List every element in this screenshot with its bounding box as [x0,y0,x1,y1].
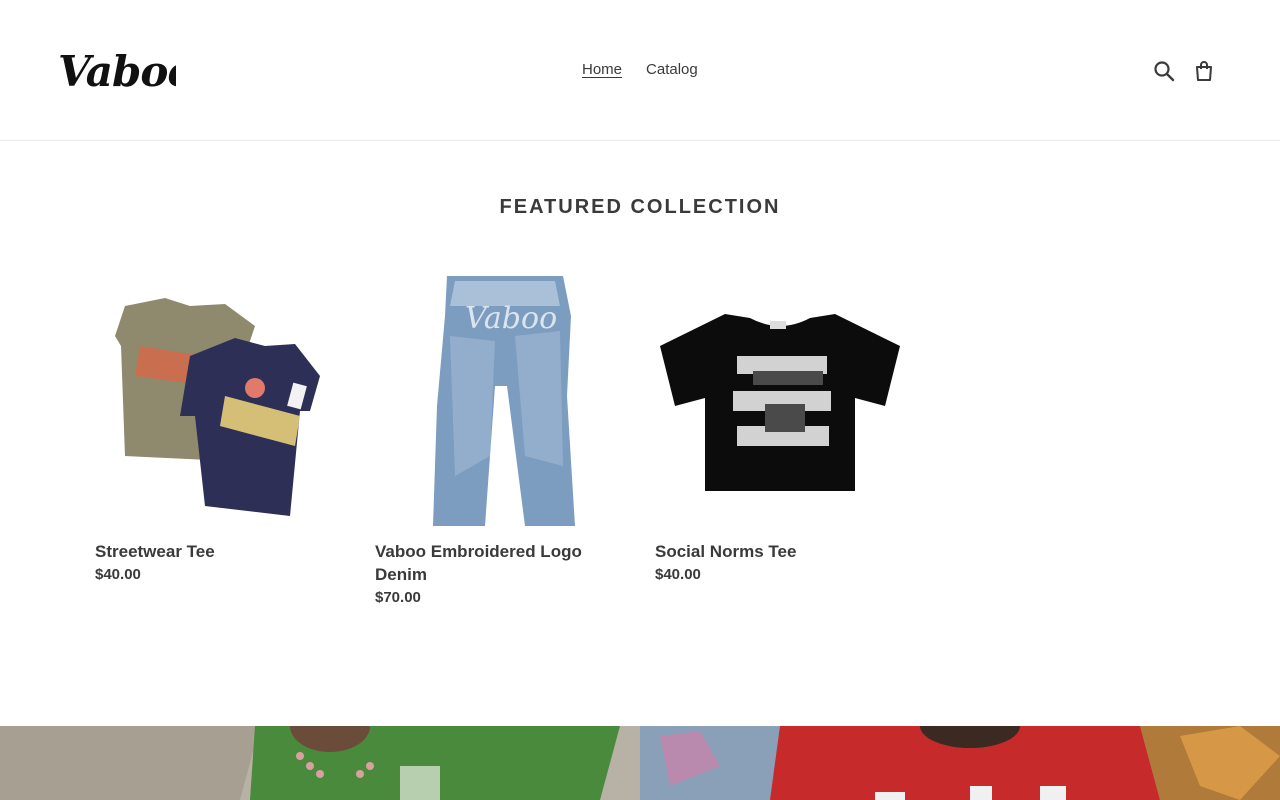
featured-collection-title: FEATURED COLLECTION [499,196,781,218]
green-shirt-photo-image [0,726,640,800]
jeans-image: Vaboo [375,276,625,526]
product-title[interactable]: Social Norms Tee [655,540,905,563]
red-shirt-photo-image [640,726,1280,800]
nav-catalog-link[interactable]: Catalog [646,60,698,80]
product-title[interactable]: Vaboo Embroidered Logo Denim [375,540,625,586]
tshirt-pair-image [95,276,345,526]
vaboo-logo-icon: Vaboo [58,47,195,96]
search-icon [1154,61,1175,82]
site-logo[interactable]: Vaboo [56,40,195,100]
product-price: $40.00 [655,566,701,583]
black-tshirt-image [655,276,905,526]
main-nav: Home Catalog [582,60,698,80]
product-image[interactable] [655,276,905,526]
product-image[interactable]: Vaboo [375,276,625,526]
site-header: Vaboo Home Catalog [0,0,1280,141]
product-card[interactable]: Vaboo Vaboo Embroidered Logo Denim $70.0… [375,276,625,609]
promo-banner-right[interactable] [640,726,1280,800]
product-card[interactable]: Streetwear Tee $40.00 [95,276,345,586]
cart-icon [1196,61,1212,81]
svg-text:Vaboo: Vaboo [465,301,557,336]
cart-button[interactable] [1189,56,1219,86]
product-title[interactable]: Streetwear Tee [95,540,345,563]
nav-home-link[interactable]: Home [582,60,622,80]
svg-text:Vaboo: Vaboo [58,47,176,96]
product-price: $40.00 [95,566,141,583]
search-button[interactable] [1149,56,1179,86]
product-image[interactable] [95,276,345,526]
promo-banner-left[interactable] [0,726,640,800]
product-price: $70.00 [375,589,421,606]
product-card[interactable]: Social Norms Tee $40.00 [655,276,905,586]
